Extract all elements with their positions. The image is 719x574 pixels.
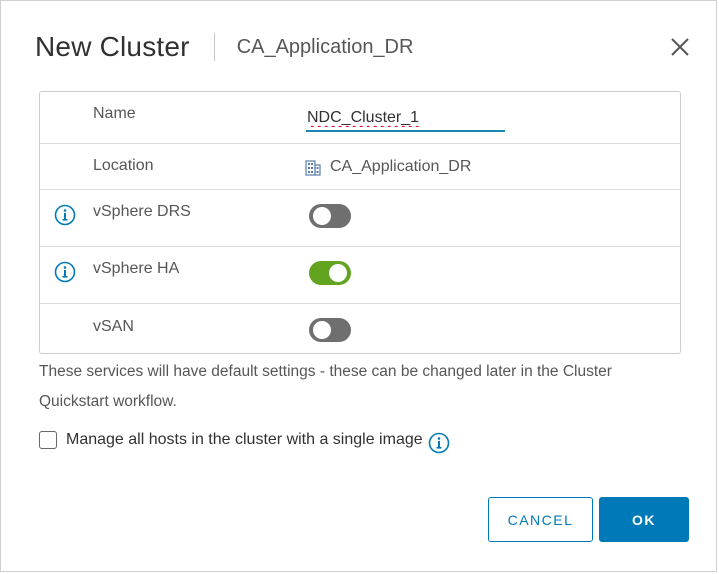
location-label: Location xyxy=(93,157,154,174)
info-icon[interactable] xyxy=(54,204,76,226)
name-input[interactable] xyxy=(306,106,505,132)
single-image-checkbox[interactable] xyxy=(39,431,57,449)
close-button[interactable] xyxy=(667,34,693,60)
ha-toggle[interactable] xyxy=(309,261,351,285)
single-image-label[interactable]: Manage all hosts in the cluster with a s… xyxy=(66,431,423,449)
drs-row: vSphere DRS xyxy=(40,190,680,247)
name-label: Name xyxy=(93,105,136,122)
ha-label: vSphere HA xyxy=(93,260,180,277)
services-note: These services will have default setting… xyxy=(39,363,612,410)
location-value: CA_Application_DR xyxy=(304,158,471,176)
vsan-row: vSAN xyxy=(40,304,680,354)
location-text: CA_Application_DR xyxy=(330,158,472,175)
datacenter-icon xyxy=(305,160,321,176)
info-icon[interactable] xyxy=(54,261,76,283)
location-row: Location CA_Application_DR xyxy=(40,144,680,190)
vsan-toggle[interactable] xyxy=(309,318,351,342)
toggle-knob xyxy=(313,207,331,225)
ok-button[interactable]: OK xyxy=(599,497,689,542)
dialog-subtitle: CA_Application_DR xyxy=(236,35,414,58)
toggle-knob xyxy=(329,264,347,282)
single-image-option: Manage all hosts in the cluster with a s… xyxy=(39,426,450,454)
cancel-button[interactable]: CANCEL xyxy=(488,497,593,542)
new-cluster-dialog: New Cluster CA_Application_DR Name Locat… xyxy=(0,0,717,572)
cluster-settings-table: Name Location CA_Application_DR xyxy=(39,91,681,354)
dialog-title: New Cluster xyxy=(35,31,190,62)
drs-toggle[interactable] xyxy=(309,204,351,228)
name-row: Name xyxy=(40,92,680,144)
drs-label: vSphere DRS xyxy=(93,203,191,220)
info-icon[interactable] xyxy=(428,432,450,454)
toggle-knob xyxy=(313,321,331,339)
title-divider xyxy=(213,33,215,61)
vsan-label: vSAN xyxy=(93,318,134,335)
dialog-header: New Cluster CA_Application_DR xyxy=(35,29,413,65)
ha-row: vSphere HA xyxy=(40,247,680,304)
close-icon xyxy=(671,38,689,56)
